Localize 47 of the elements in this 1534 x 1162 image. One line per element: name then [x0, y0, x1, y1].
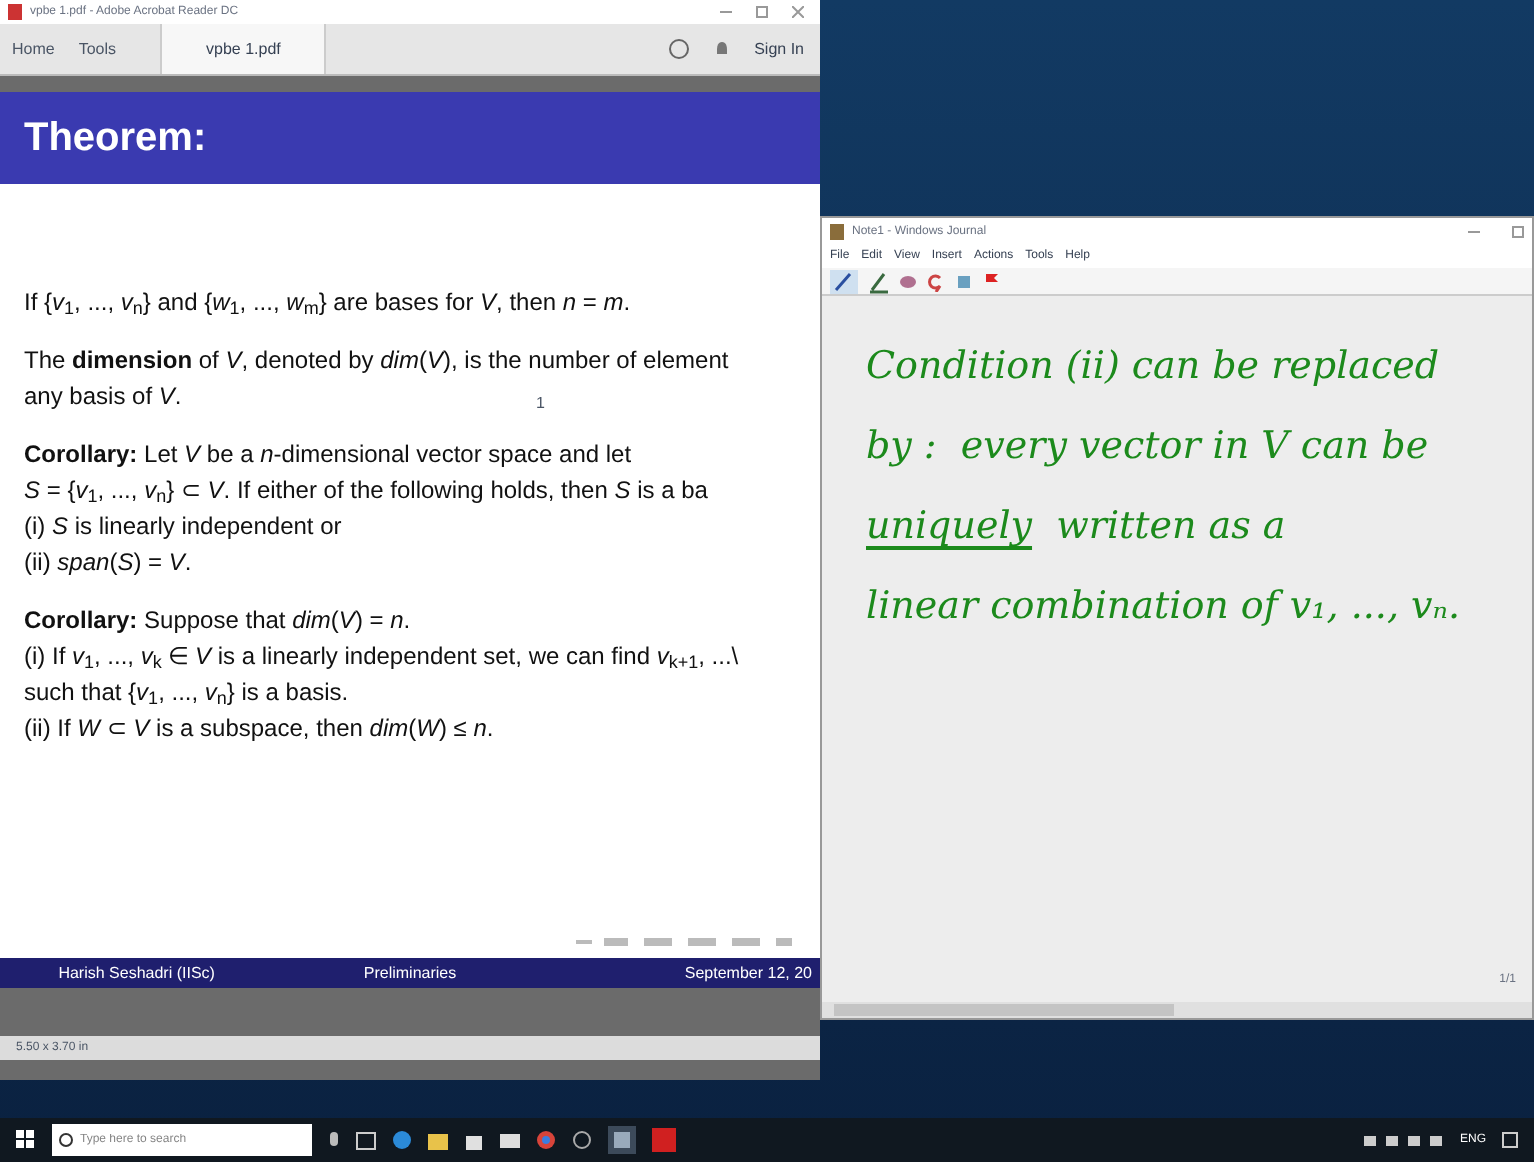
slide-text: S = {v$_{1}$, ..., v$_{n}$} ⊂ V. If either of the following holds, then S is a ba — [24, 476, 708, 506]
slide-text: such that {v$_{1}$, ..., v$_{n}$} is a basis. — [24, 678, 349, 708]
handwritten-text: Condition (ii) can be replaced — [866, 342, 1440, 392]
slide-text: (i) If v$_{1}$, ..., v$_{k}$ ∈ V is a linearly independent set, we can find v$_{k+1}$, ...\ — [24, 642, 739, 672]
slide-text: Corollary: Suppose that dim(V) = n. — [24, 606, 411, 636]
slide-text: Corollary: Let V be an-dimensional vector space and let — [24, 440, 632, 470]
document-tab[interactable]: vpbe 1.pdf — [160, 24, 327, 74]
slide-text: (i) S is linearly independent or — [24, 512, 342, 542]
handwritten-text: uniquely — [866, 502, 1033, 552]
task-view-icon[interactable] — [356, 1131, 376, 1149]
highlighter-icon[interactable] — [866, 269, 890, 293]
footer-text: Preliminaries — [361, 961, 459, 985]
close-icon[interactable] — [792, 6, 804, 18]
slide-text: (ii) span(S) = V. — [24, 548, 192, 578]
handwritten-text: by : every vector in V can be — [866, 422, 1429, 472]
minimize-icon[interactable] — [1468, 226, 1480, 238]
lasso-icon[interactable] — [926, 271, 946, 291]
notification-icon[interactable] — [1502, 1132, 1518, 1148]
chrome-icon[interactable] — [536, 1130, 556, 1150]
slide-text: (ii) If W ⊂ V is a subspace, then dim(W) ≤ n. — [24, 714, 494, 744]
slide-title: Theorem: — [0, 92, 820, 184]
maximize-icon[interactable] — [1512, 226, 1524, 238]
slide-text: any basis of V. — [24, 382, 182, 412]
eraser-icon[interactable] — [898, 271, 918, 291]
app-icon — [830, 224, 844, 240]
footer-text: September 12, 20 — [682, 961, 814, 985]
pen-icon[interactable] — [830, 269, 858, 293]
minimize-icon[interactable] — [720, 6, 732, 18]
handwritten-text: written as a — [1054, 502, 1286, 552]
nav-tab[interactable]: Home — [0, 24, 67, 74]
browser-icon[interactable] — [392, 1130, 412, 1150]
horizontal-scrollbar[interactable] — [822, 1002, 1532, 1018]
maximize-icon[interactable] — [756, 6, 768, 18]
slide-text: The dimension of V, denoted by dim(V), is the number of element — [24, 346, 729, 376]
microphone-icon[interactable] — [328, 1131, 340, 1149]
folder-icon[interactable] — [428, 1131, 448, 1149]
handwritten-text: linear combination of v₁, ..., vₙ. — [866, 582, 1461, 632]
cursor-mark: 1 — [536, 392, 545, 416]
app-icon — [8, 4, 22, 20]
footer-text: Harish Seshadri (IISc) — [56, 961, 217, 985]
nav-tab[interactable]: Tools — [66, 24, 129, 74]
windows-start-icon[interactable] — [16, 1130, 36, 1150]
sign-in-link[interactable]: Sign In — [754, 37, 804, 61]
insert-space-icon[interactable] — [954, 271, 974, 291]
search-icon — [58, 1132, 74, 1148]
help-icon[interactable] — [668, 38, 691, 60]
slide-text: If {v$_{1}$, ..., v$_{n}$} and {w$_{1}$, ..., w$_{m}$} are bases for V, then n = m. — [24, 288, 631, 318]
